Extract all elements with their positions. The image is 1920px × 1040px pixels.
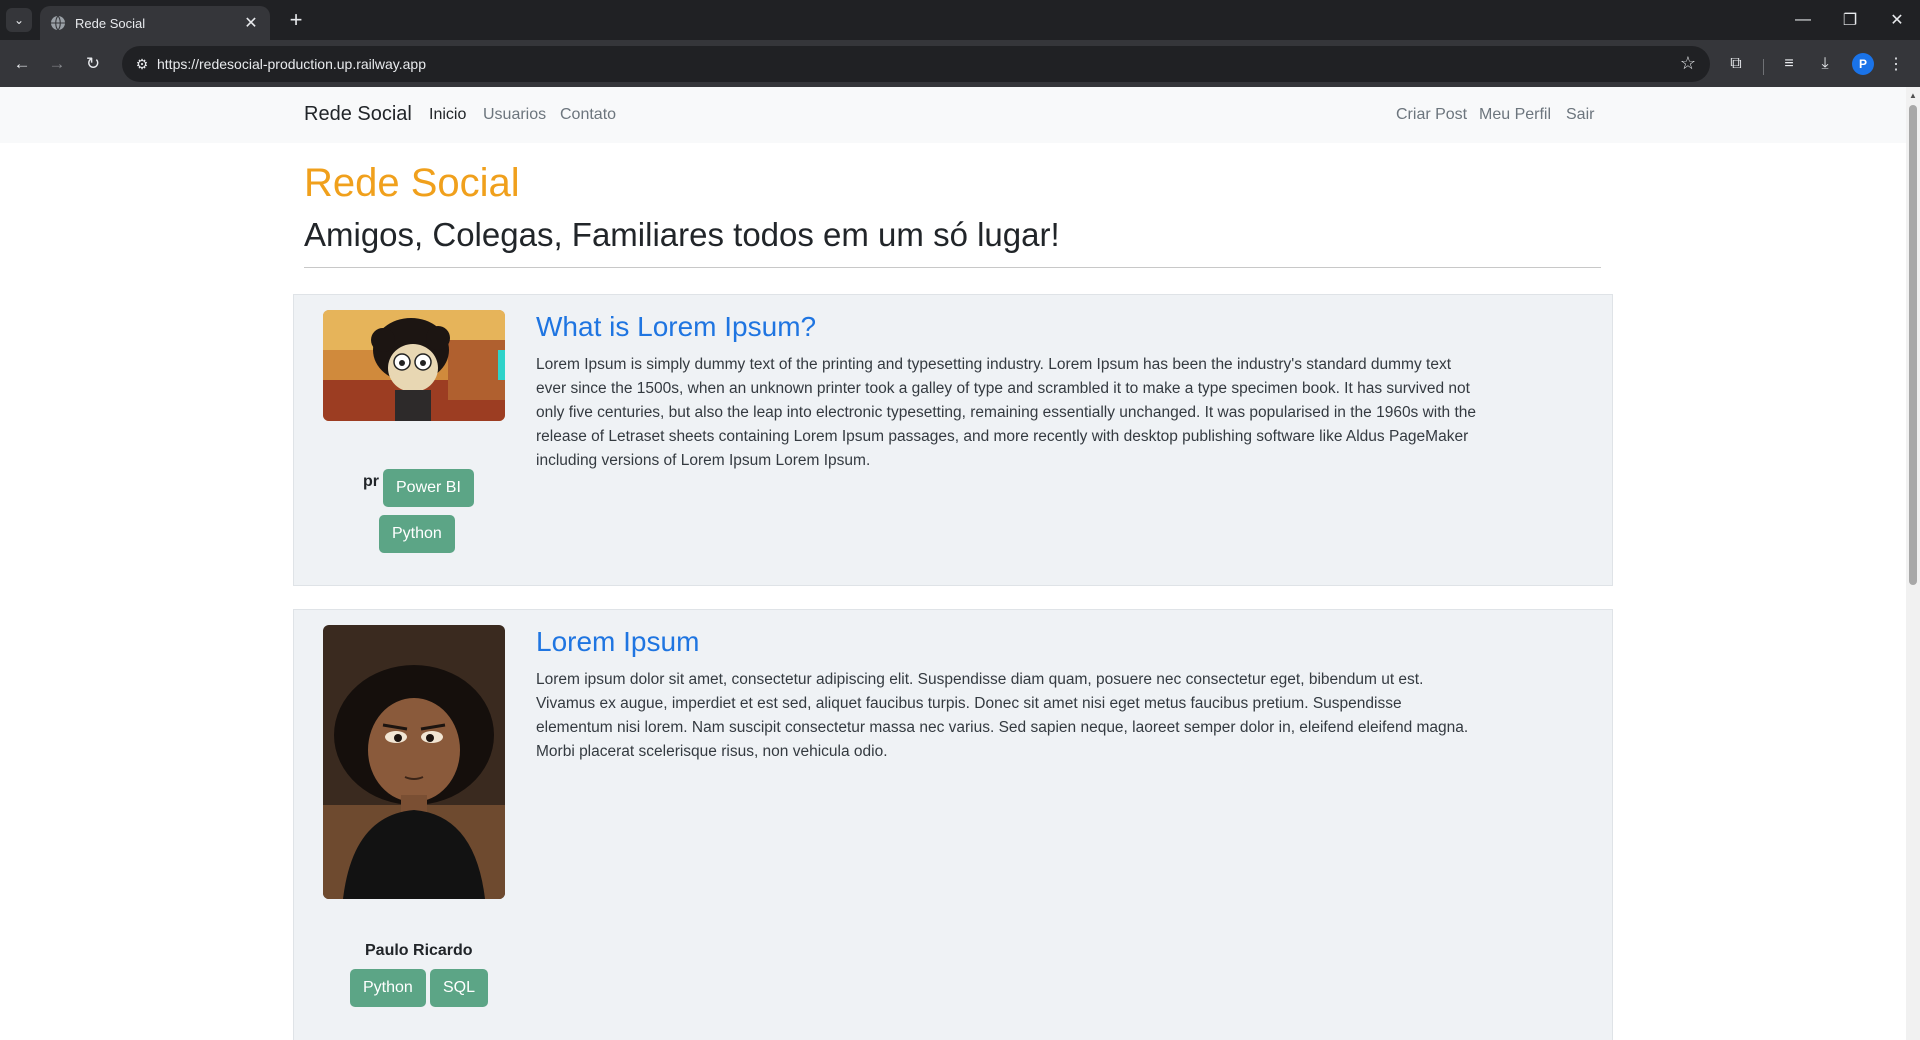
author-avatar[interactable]	[323, 310, 505, 421]
post-body: Lorem Ipsum is simply dummy text of the …	[536, 356, 1477, 469]
chrome-menu-icon[interactable]: ⋮	[1882, 50, 1910, 78]
hero-subtitle: Amigos, Colegas, Familiares todos em um …	[304, 216, 1060, 253]
cartoon-avatar-image	[323, 310, 505, 421]
forward-arrow-icon[interactable]: →	[43, 50, 71, 78]
page-viewport: Rede Social Inicio Usuarios Contato Cria…	[0, 87, 1906, 1040]
minimize-icon[interactable]: —	[1780, 0, 1826, 40]
new-tab-plus-icon[interactable]: +	[282, 7, 310, 32]
hero-title: Rede Social	[304, 161, 520, 205]
tag-badge[interactable]: SQL	[430, 969, 489, 1007]
back-arrow-icon[interactable]: ←	[8, 50, 36, 78]
globe-icon	[51, 15, 65, 31]
address-bar[interactable]: ⚙ https://redesocial-production.up.railw…	[122, 46, 1710, 82]
nav-link-usuarios[interactable]: Usuarios	[483, 106, 546, 124]
media-control-icon[interactable]: ≡	[1775, 50, 1803, 78]
scrollbar-thumb[interactable]	[1909, 105, 1917, 585]
download-icon[interactable]: ⤓	[1811, 50, 1839, 78]
post-author[interactable]: pr	[363, 473, 379, 491]
address-url[interactable]: https://redesocial-production.up.railway…	[157, 56, 426, 72]
reload-icon[interactable]: ↻	[79, 50, 107, 78]
nav-link-inicio[interactable]: Inicio	[429, 106, 466, 124]
tab-search-chevron-icon[interactable]: ⌄	[6, 8, 32, 32]
browser-tab[interactable]: Rede Social ✕	[40, 6, 270, 40]
cartoon-avatar-image	[323, 625, 505, 899]
post-card: Paulo Ricardo Python SQL Lorem Ipsum Lor…	[293, 609, 1613, 1040]
post-title[interactable]: Lorem Ipsum	[536, 626, 699, 658]
hero-divider	[304, 267, 1601, 268]
profile-avatar[interactable]: P	[1852, 53, 1874, 75]
tag-badge[interactable]: Python	[379, 515, 455, 553]
bookmark-star-icon[interactable]: ☆	[1680, 53, 1696, 74]
tag-badge[interactable]: Power BI	[383, 469, 474, 507]
post-title[interactable]: What is Lorem Ipsum?	[536, 311, 816, 343]
toolbar-divider	[1763, 59, 1764, 75]
tab-title: Rede Social	[75, 15, 146, 31]
nav-link-meu-perfil[interactable]: Meu Perfil	[1479, 106, 1551, 124]
restore-icon[interactable]: ❐	[1827, 0, 1873, 40]
browser-tab-strip: ⌄ Rede Social ✕ + — ❐ ✕	[0, 0, 1920, 40]
nav-link-criar-post[interactable]: Criar Post	[1396, 106, 1467, 124]
tag-badge[interactable]: Python	[350, 969, 426, 1007]
nav-link-contato[interactable]: Contato	[560, 106, 616, 124]
extensions-puzzle-icon[interactable]: ⧉	[1722, 50, 1750, 78]
site-navbar: Rede Social Inicio Usuarios Contato Cria…	[0, 87, 1906, 143]
site-info-icon[interactable]: ⚙	[132, 54, 152, 74]
post-author[interactable]: Paulo Ricardo	[365, 942, 473, 960]
post-body: Lorem ipsum dolor sit amet, consectetur …	[536, 671, 1469, 760]
browser-toolbar: ← → ↻ ⚙ https://redesocial-production.up…	[0, 40, 1920, 87]
page-scrollbar[interactable]: ▲	[1906, 87, 1920, 1040]
scroll-up-arrow-icon[interactable]: ▲	[1909, 91, 1917, 100]
window-close-icon[interactable]: ✕	[1874, 0, 1920, 40]
author-avatar[interactable]	[323, 625, 505, 899]
nav-link-sair[interactable]: Sair	[1566, 106, 1594, 124]
post-card: pr Power BI Python What is Lorem Ipsum? …	[293, 294, 1613, 586]
navbar-brand[interactable]: Rede Social	[304, 103, 412, 126]
tab-close-icon[interactable]: ✕	[242, 13, 260, 33]
